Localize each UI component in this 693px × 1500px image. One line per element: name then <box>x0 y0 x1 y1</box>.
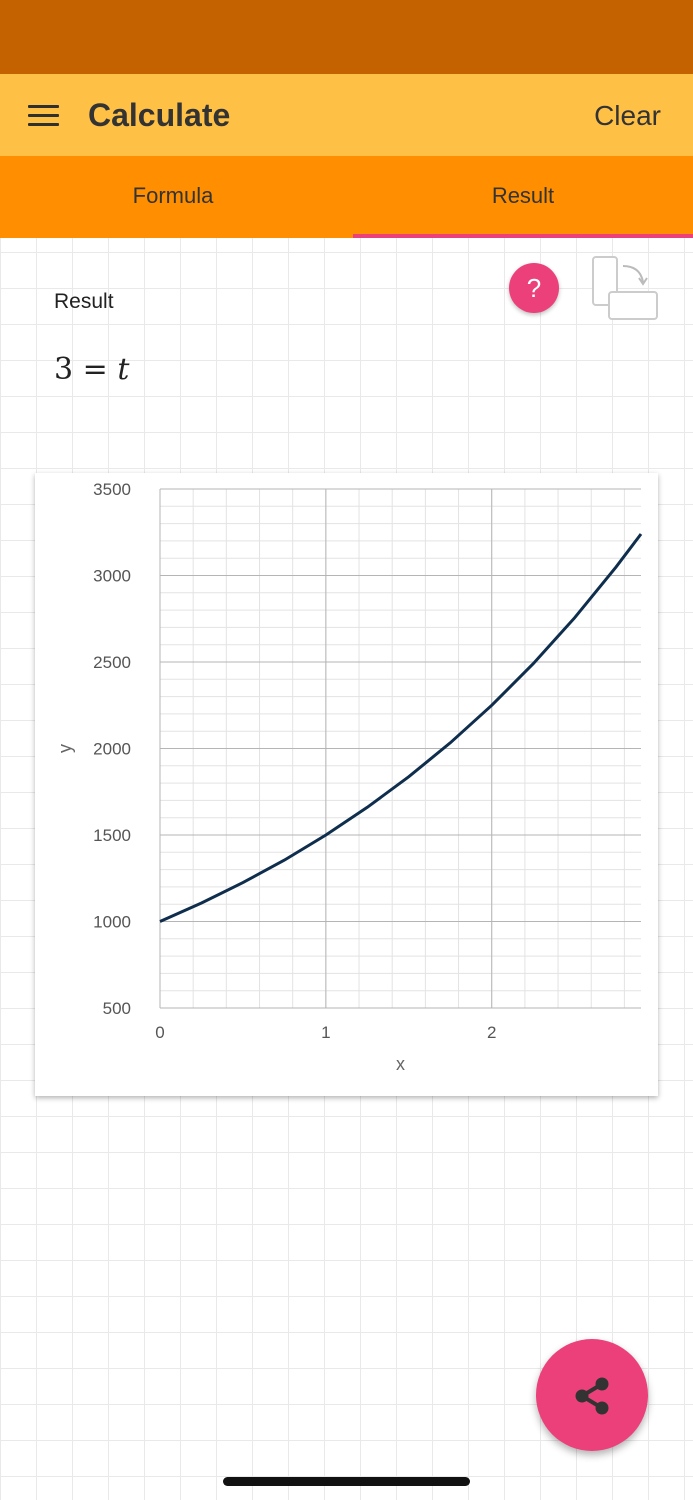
line-chart: 500 1000 1500 2000 2500 3000 3500 0 1 2 x y <box>55 480 643 1074</box>
rotate-device-icon[interactable] <box>590 256 660 322</box>
x-tick-label: 0 <box>155 1023 164 1042</box>
app-bar: Calculate Clear <box>0 74 693 156</box>
x-axis-label: x <box>396 1054 405 1074</box>
y-tick-label: 3000 <box>93 567 131 586</box>
clear-button[interactable]: Clear <box>594 96 661 136</box>
home-indicator <box>223 1477 470 1486</box>
equation-operator: = <box>82 352 108 387</box>
y-tick-label: 2000 <box>93 740 131 759</box>
chart-card: 500 1000 1500 2000 2500 3000 3500 0 1 2 x y <box>35 473 658 1096</box>
help-button[interactable]: ? <box>509 263 559 313</box>
result-equation: 3 = t <box>54 352 129 387</box>
tab-indicator <box>353 234 693 238</box>
tab-result[interactable]: Result <box>353 156 693 238</box>
x-tick-label: 1 <box>321 1023 330 1042</box>
tab-formula[interactable]: Formula <box>0 156 346 238</box>
y-tick-label: 3500 <box>93 480 131 499</box>
y-tick-label: 2500 <box>93 653 131 672</box>
result-label: Result <box>54 290 114 313</box>
tab-bar: Formula Result <box>0 156 693 238</box>
y-tick-label: 1000 <box>93 913 131 932</box>
page-title: Calculate <box>88 97 231 133</box>
y-axis-label: y <box>55 744 75 753</box>
share-icon <box>575 1377 609 1415</box>
equation-left: 3 <box>54 352 74 387</box>
status-bar <box>0 0 693 74</box>
y-tick-label: 1500 <box>93 826 131 845</box>
share-button[interactable] <box>536 1339 648 1451</box>
x-tick-label: 2 <box>487 1023 496 1042</box>
series-line <box>159 533 643 923</box>
menu-icon[interactable] <box>22 94 66 138</box>
equation-right: t <box>117 352 130 387</box>
y-tick-label: 500 <box>103 999 131 1018</box>
